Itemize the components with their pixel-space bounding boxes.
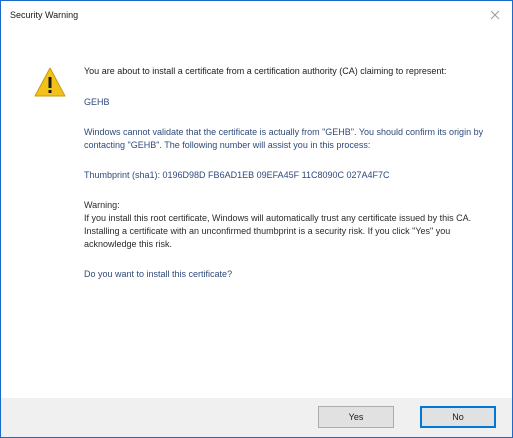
ca-name: GEHB <box>84 97 110 107</box>
install-question: Do you want to install this certificate? <box>84 269 233 279</box>
security-warning-dialog: Security Warning You are about to instal… <box>0 0 513 438</box>
intro-text: You are about to install a certificate f… <box>84 66 447 76</box>
thumbprint-text: Thumbprint (sha1): 0196D98D FB6AD1EB 09E… <box>84 170 390 180</box>
title-bar[interactable]: Security Warning <box>1 1 512 31</box>
warning-heading: Warning: <box>84 200 120 210</box>
button-bar: Yes No <box>1 398 512 437</box>
close-button[interactable] <box>480 1 510 29</box>
message-body: You are about to install a certificate f… <box>84 65 486 281</box>
window-title: Security Warning <box>10 10 79 20</box>
close-icon <box>490 10 500 20</box>
warning-icon <box>34 67 66 97</box>
warning-block: Warning: If you install this root certif… <box>84 199 486 251</box>
validation-text: Windows cannot validate that the certifi… <box>84 127 484 150</box>
no-button[interactable]: No <box>420 406 496 428</box>
warning-body: If you install this root certificate, Wi… <box>84 213 472 249</box>
yes-button[interactable]: Yes <box>318 406 394 428</box>
